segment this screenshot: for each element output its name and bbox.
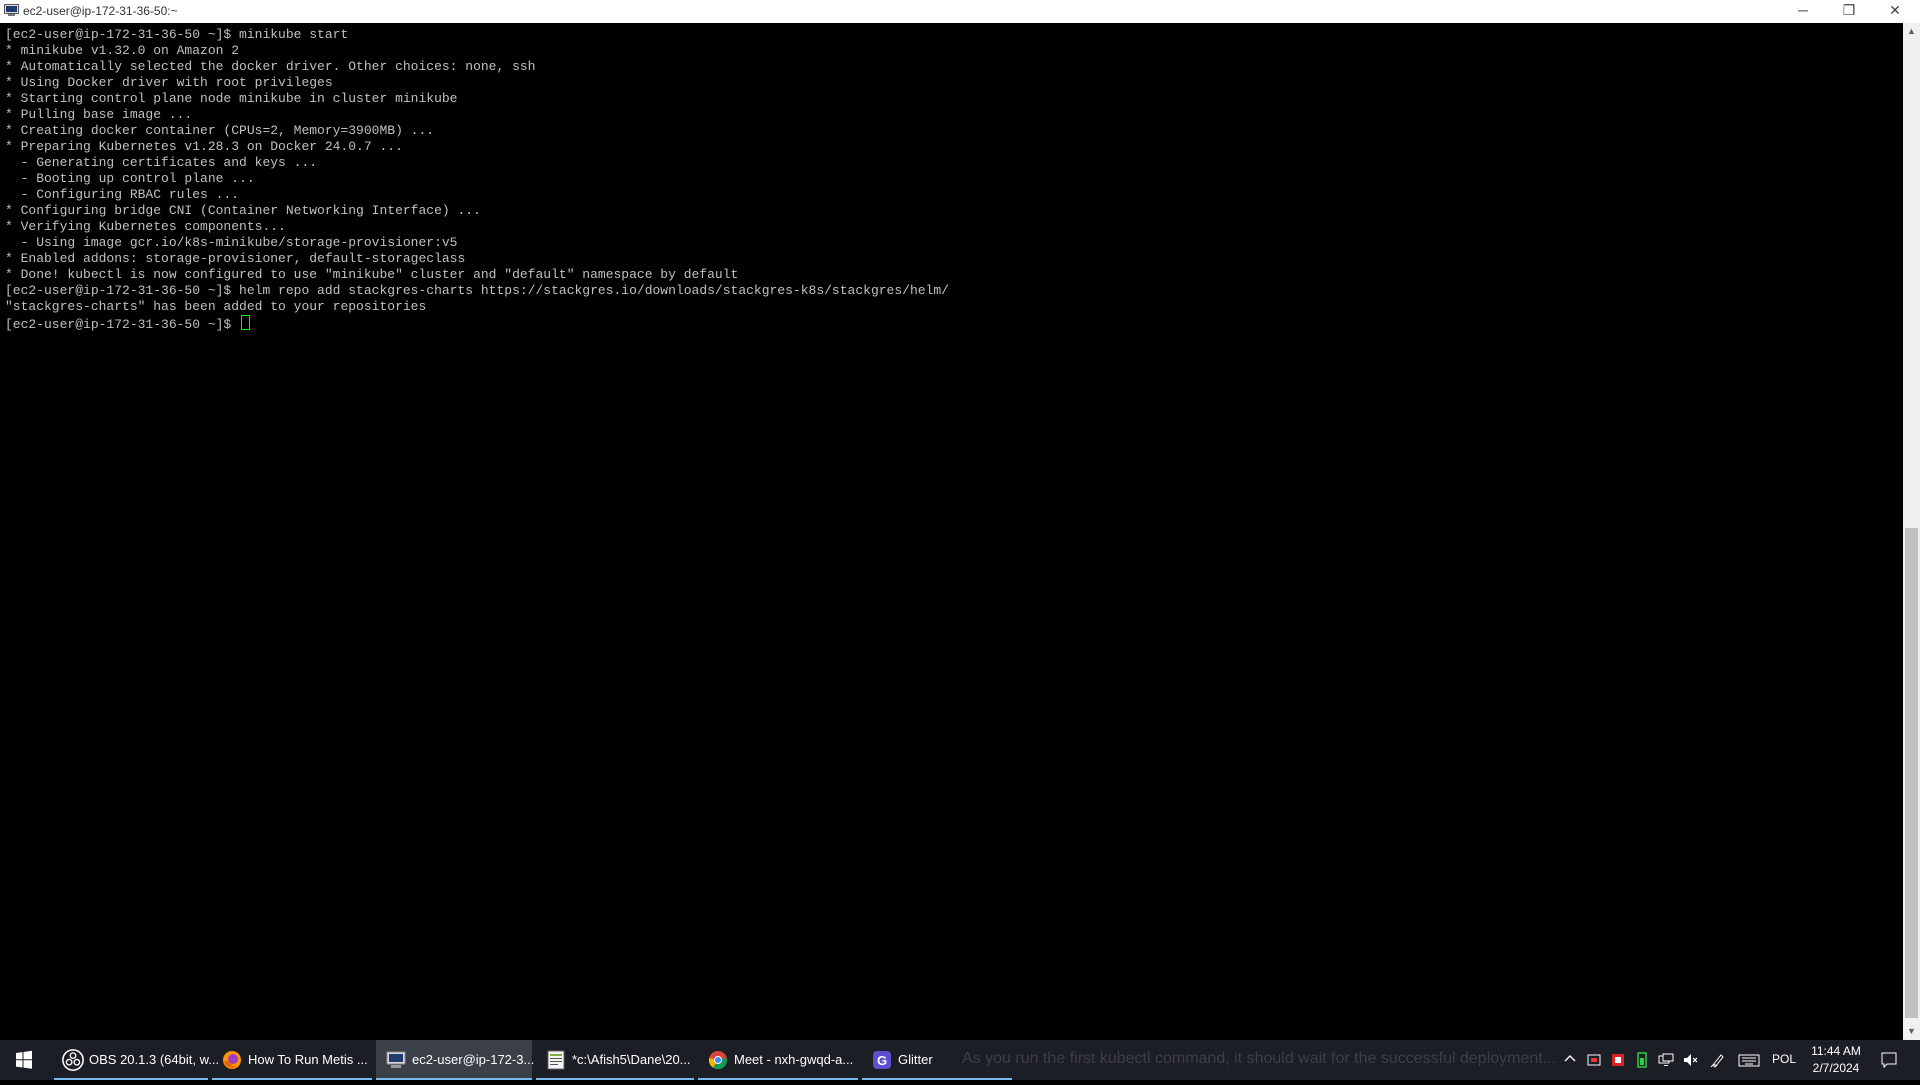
- task-label: Meet - nxh-gwqd-a...: [734, 1052, 854, 1067]
- battery-monitor-icon[interactable]: [1634, 1052, 1650, 1068]
- terminal-line: [ec2-user@ip-172-31-36-50 ~]$ minikube s…: [5, 27, 349, 42]
- terminal-line: * Enabled addons: storage-provisioner, d…: [5, 251, 466, 266]
- task-notepad[interactable]: *c:\Afish5\Dane\20...: [536, 1040, 694, 1080]
- notepad-icon: [547, 1050, 565, 1070]
- task-obs[interactable]: OBS 20.1.3 (64bit, w...: [54, 1040, 219, 1080]
- chrome-icon: [708, 1051, 728, 1070]
- task-chrome[interactable]: Meet - nxh-gwqd-a...: [698, 1040, 858, 1080]
- terminal-line: * minikube v1.32.0 on Amazon 2: [5, 43, 240, 58]
- windows-icon: [16, 1050, 32, 1069]
- vertical-scrollbar[interactable]: ▲ ▼: [1903, 23, 1920, 1040]
- terminal-cursor: [241, 315, 251, 330]
- clock-time: 11:44 AM: [1811, 1044, 1861, 1058]
- clock-date: 2/7/2024: [1812, 1061, 1860, 1075]
- terminal-output: [ec2-user@ip-172-31-36-50 ~]$ minikube s…: [5, 27, 949, 332]
- taskbar: OBS 20.1.3 (64bit, w... How To Run Metis…: [0, 1040, 1920, 1080]
- clock[interactable]: 11:44 AM 2/7/2024: [1796, 1043, 1876, 1077]
- task-label: Glitter: [898, 1052, 933, 1067]
- terminal-line: * Pulling base image ...: [5, 107, 193, 122]
- alert-app-icon[interactable]: [1610, 1052, 1626, 1068]
- terminal-line: * Done! kubectl is now configured to use…: [5, 267, 739, 282]
- task-terminal[interactable]: ec2-user@ip-172-3...: [376, 1040, 535, 1080]
- task-label: OBS 20.1.3 (64bit, w...: [89, 1052, 220, 1067]
- network-share-icon[interactable]: [1586, 1052, 1602, 1068]
- task-label: ec2-user@ip-172-3...: [412, 1052, 535, 1067]
- pen-workspace-icon[interactable]: [1710, 1052, 1726, 1068]
- task-firefox[interactable]: How To Run Metis ...: [212, 1040, 372, 1080]
- terminal-line: - Configuring RBAC rules ...: [5, 187, 240, 202]
- terminal-prompt: [ec2-user@ip-172-31-36-50 ~]$: [5, 317, 240, 332]
- obs-icon: [62, 1049, 84, 1071]
- scroll-down-arrow-icon[interactable]: ▼: [1903, 1023, 1920, 1040]
- show-hidden-icons-chevron-icon[interactable]: [1562, 1052, 1578, 1068]
- scroll-up-arrow-icon[interactable]: ▲: [1903, 23, 1920, 40]
- network-icon[interactable]: [1658, 1052, 1674, 1068]
- window-title: ec2-user@ip-172-31-36-50:~: [23, 4, 178, 18]
- overlay-caption: As you run the first kubectl command, it…: [962, 1050, 1557, 1067]
- input-language-indicator[interactable]: POL: [1772, 1052, 1796, 1066]
- window-title-bar: ec2-user@ip-172-31-36-50:~ ─ ❐ ✕: [0, 0, 1920, 24]
- task-label: *c:\Afish5\Dane\20...: [572, 1052, 691, 1067]
- start-button[interactable]: [0, 1040, 48, 1080]
- terminal-line: - Using image gcr.io/k8s-minikube/storag…: [5, 235, 458, 250]
- terminal-line: [ec2-user@ip-172-31-36-50 ~]$ helm repo …: [5, 283, 949, 298]
- terminal-line: * Verifying Kubernetes components...: [5, 219, 286, 234]
- action-center-icon[interactable]: [1880, 1051, 1898, 1069]
- glitter-icon: G: [873, 1051, 891, 1069]
- scroll-thumb[interactable]: [1905, 528, 1918, 1018]
- terminal-line: * Configuring bridge CNI (Container Netw…: [5, 203, 481, 218]
- terminal-prompt-line[interactable]: [ec2-user@ip-172-31-36-50 ~]$: [5, 315, 949, 332]
- close-button[interactable]: ✕: [1872, 0, 1918, 22]
- putty-icon: [4, 4, 19, 16]
- terminal-line: - Booting up control plane ...: [5, 171, 255, 186]
- terminal-icon: [386, 1051, 406, 1068]
- touch-keyboard-icon[interactable]: [1738, 1052, 1760, 1068]
- terminal-line: * Automatically selected the docker driv…: [5, 59, 536, 74]
- terminal-area[interactable]: [ec2-user@ip-172-31-36-50 ~]$ minikube s…: [0, 23, 1903, 1040]
- restore-button[interactable]: ❐: [1826, 0, 1872, 22]
- volume-muted-icon[interactable]: [1682, 1052, 1698, 1068]
- terminal-line: * Starting control plane node minikube i…: [5, 91, 458, 106]
- terminal-line: * Preparing Kubernetes v1.28.3 on Docker…: [5, 139, 403, 154]
- firefox-icon: [223, 1051, 241, 1069]
- terminal-line: * Using Docker driver with root privileg…: [5, 75, 333, 90]
- terminal-line: - Generating certificates and keys ...: [5, 155, 318, 170]
- svg-text:G: G: [877, 1053, 887, 1068]
- terminal-line: "stackgres-charts" has been added to you…: [5, 299, 427, 314]
- minimize-button[interactable]: ─: [1780, 0, 1826, 22]
- terminal-line: * Creating docker container (CPUs=2, Mem…: [5, 123, 435, 138]
- task-label: How To Run Metis ...: [248, 1052, 368, 1067]
